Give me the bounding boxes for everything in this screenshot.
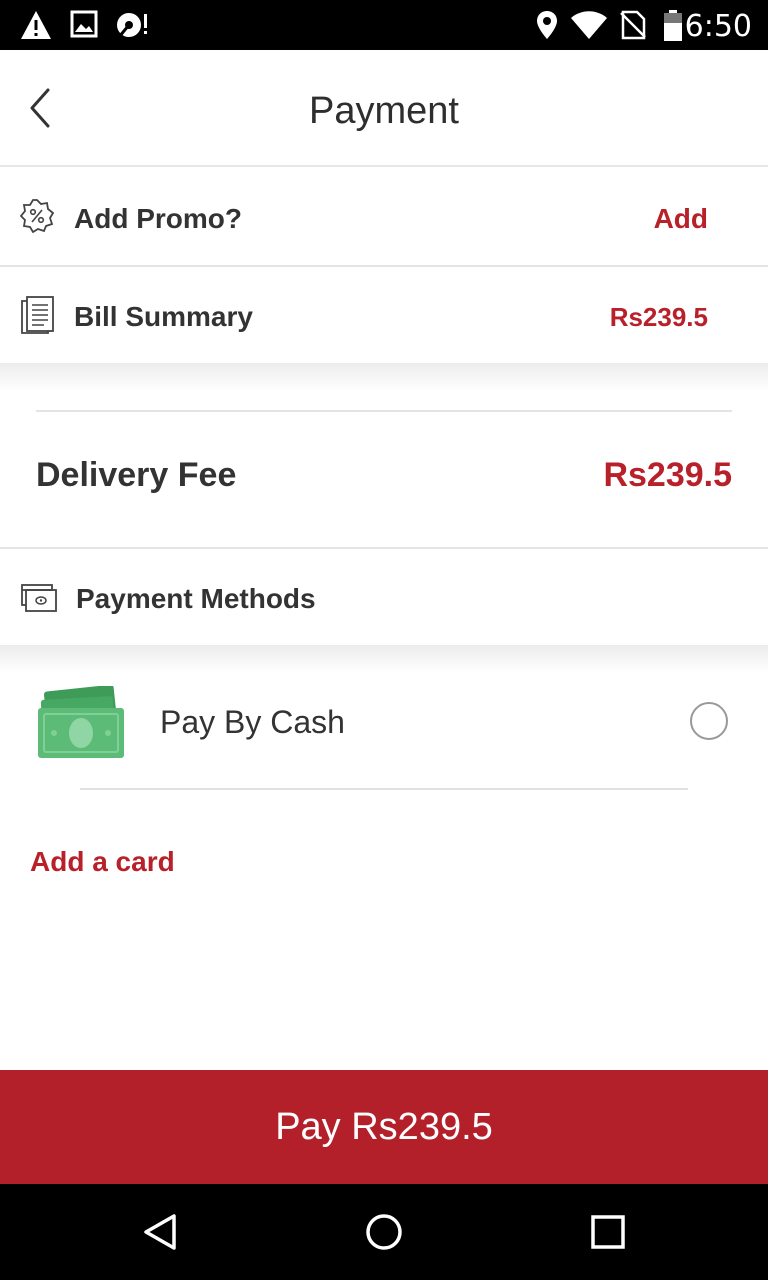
pay-by-cash-radio[interactable]: [690, 702, 728, 740]
section-separator: [0, 645, 768, 673]
delivery-fee-amount: Rs239.5: [603, 456, 732, 494]
battery-icon: [664, 10, 682, 41]
pay-button[interactable]: Pay Rs239.5: [0, 1070, 768, 1184]
divider: [80, 788, 688, 790]
payment-methods-header: Payment Methods: [0, 549, 768, 645]
bill-summary-amount: Rs239.5: [609, 302, 708, 332]
promo-row[interactable]: Add Promo? Add: [0, 167, 768, 267]
bill-summary-label: Bill Summary: [74, 301, 253, 332]
wifi-icon: [571, 11, 607, 39]
section-separator: [0, 363, 768, 391]
status-bar: 6:50: [0, 0, 768, 50]
location-icon: [537, 11, 557, 39]
payment-card-icon: [21, 584, 57, 612]
status-time: 6:50: [684, 9, 752, 44]
payment-methods-label: Payment Methods: [76, 583, 316, 614]
cash-icon: [38, 686, 124, 758]
delivery-fee-label: Delivery Fee: [36, 456, 237, 494]
pay-by-cash-option[interactable]: [0, 670, 768, 780]
add-promo-button[interactable]: Add: [654, 203, 708, 235]
promo-label: Add Promo?: [74, 203, 242, 234]
system-nav-bar: [0, 1184, 768, 1280]
warning-icon: [21, 11, 51, 39]
bill-summary-row[interactable]: Bill Summary Rs239.5: [0, 267, 768, 363]
receipt-icon: [21, 296, 54, 334]
page-title: Payment: [309, 90, 459, 132]
divider: [36, 410, 732, 412]
image-icon: [70, 10, 98, 38]
debug-icon: [117, 13, 147, 38]
no-sim-icon: [620, 10, 646, 40]
promo-badge-icon: [20, 199, 54, 233]
add-card-link[interactable]: Add a card: [30, 846, 175, 878]
home-circle-icon[interactable]: [364, 1212, 404, 1252]
pay-by-cash-label: Pay By Cash: [160, 704, 345, 740]
app-header: Payment: [0, 50, 768, 167]
recents-square-icon[interactable]: [590, 1214, 626, 1250]
back-triangle-icon[interactable]: [140, 1212, 180, 1252]
